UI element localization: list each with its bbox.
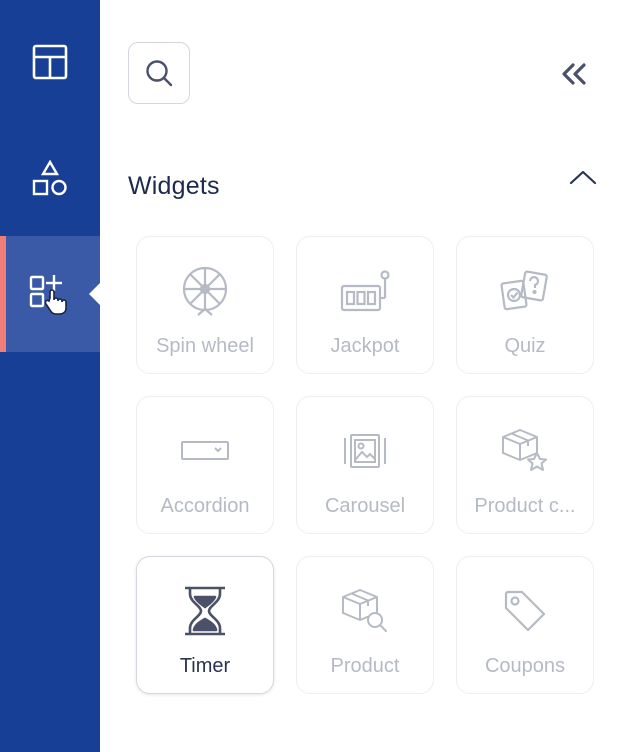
widget-label: Accordion [160, 495, 250, 517]
widget-card-jackpot[interactable]: Jackpot [296, 236, 434, 374]
sidebar-rail [0, 0, 100, 752]
widget-card-spin-wheel[interactable]: Spin wheel [136, 236, 274, 374]
sidebar-item-widgets[interactable] [0, 236, 100, 352]
widget-label: Coupons [484, 655, 566, 677]
widget-label: Spin wheel [156, 335, 254, 357]
add-widget-icon [28, 272, 72, 316]
widget-grid: Spin wheel Jackpot Quiz Accordion Carous… [136, 236, 594, 694]
widget-label: Timer [179, 655, 231, 677]
double-chevron-left-icon [560, 62, 588, 86]
search-button[interactable] [128, 42, 190, 104]
collapse-panel-button[interactable] [556, 56, 592, 92]
coupon-tag-icon [502, 583, 548, 639]
carousel-icon [342, 423, 388, 479]
accordion-icon [180, 423, 230, 479]
section-title: Widgets [128, 172, 220, 200]
widget-label: Product [330, 655, 400, 677]
widget-label: Jackpot [330, 335, 400, 357]
sidebar-item-elements[interactable] [0, 120, 100, 236]
spin-wheel-icon [180, 263, 230, 319]
widget-card-timer[interactable]: Timer [136, 556, 274, 694]
widget-card-accordion[interactable]: Accordion [136, 396, 274, 534]
widget-card-coupons[interactable]: Coupons [456, 556, 594, 694]
jackpot-icon [339, 263, 391, 319]
product-search-icon [340, 583, 390, 639]
layout-icon [32, 44, 68, 80]
sidebar-item-layout[interactable] [0, 4, 100, 120]
widget-card-product[interactable]: Product [296, 556, 434, 694]
widget-label: Carousel [324, 495, 406, 517]
quiz-icon [499, 263, 551, 319]
chevron-up-icon [569, 169, 597, 185]
widget-card-product-rating[interactable]: Product c... [456, 396, 594, 534]
widget-card-carousel[interactable]: Carousel [296, 396, 434, 534]
shapes-icon [31, 159, 69, 197]
section-collapse-toggle[interactable] [566, 160, 600, 194]
search-icon [144, 58, 174, 88]
hourglass-icon [182, 583, 228, 639]
widget-label: Product c... [474, 495, 576, 517]
widget-label: Quiz [504, 335, 546, 357]
widget-card-quiz[interactable]: Quiz [456, 236, 594, 374]
product-rating-icon [500, 423, 550, 479]
